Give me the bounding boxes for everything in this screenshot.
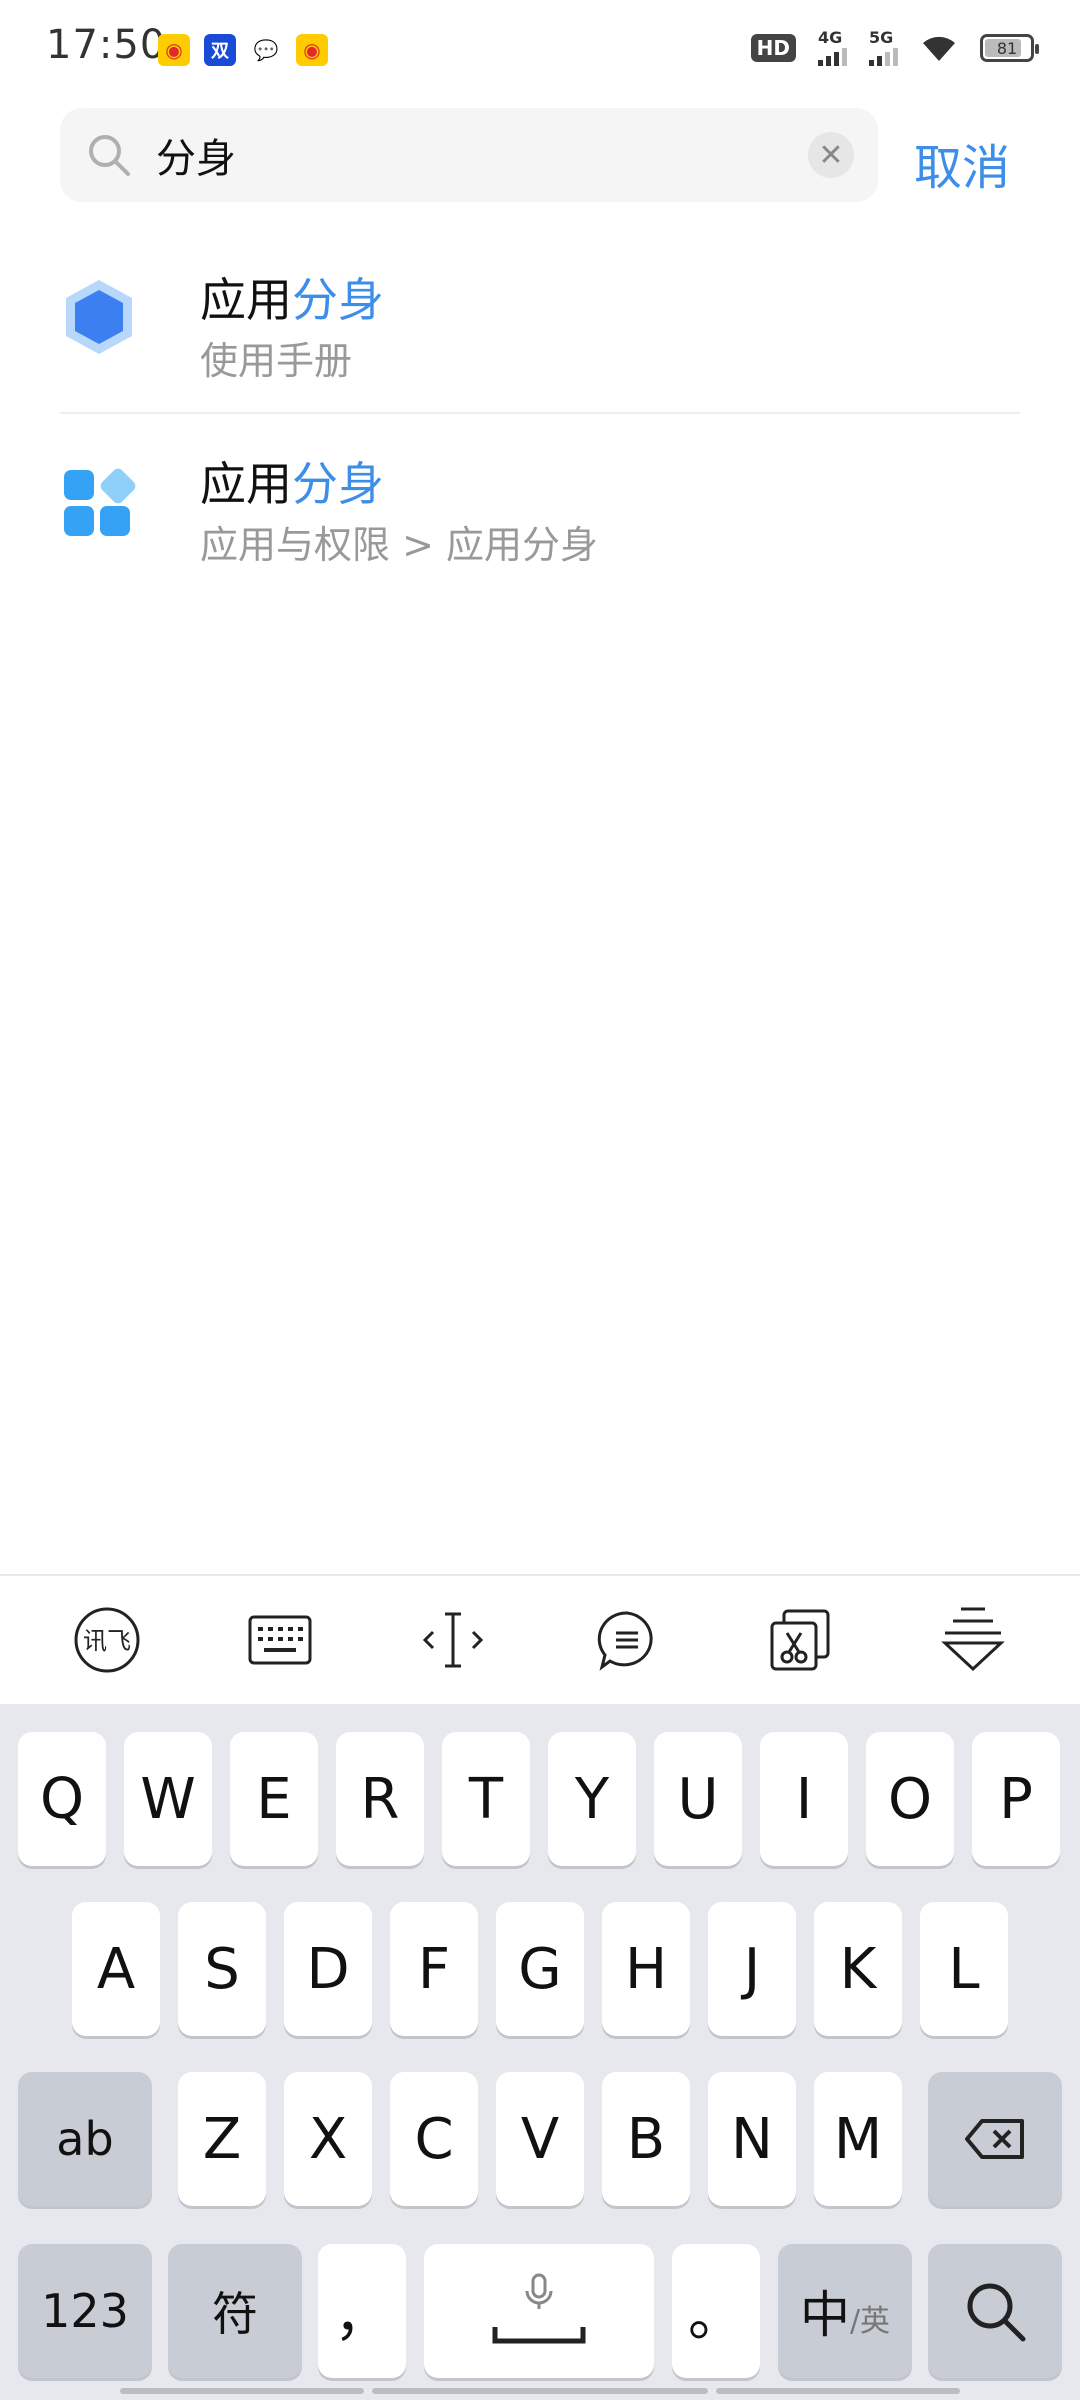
language-switch-key[interactable]: 中/英	[778, 2244, 912, 2378]
key-r[interactable]: R	[336, 1732, 424, 1866]
backspace-key[interactable]	[928, 2072, 1062, 2206]
key-k[interactable]: K	[814, 1902, 902, 2036]
clear-search-button[interactable]: ✕	[808, 132, 854, 178]
clipboard-icon	[770, 1609, 830, 1671]
key-e[interactable]: E	[230, 1732, 318, 1866]
gesture-bar	[372, 2388, 708, 2394]
search-input[interactable]	[156, 126, 756, 184]
key-s[interactable]: S	[178, 1902, 266, 2036]
ifly-logo-button[interactable]: 讯飞	[62, 1595, 152, 1685]
key-z[interactable]: Z	[178, 2072, 266, 2206]
shift-ab-key[interactable]: ab	[18, 2072, 152, 2206]
search-icon	[89, 135, 130, 176]
status-indicators: HD 4G 5G 81	[750, 30, 1039, 66]
gesture-bar	[716, 2388, 960, 2394]
ifly-logo-icon: 讯飞	[74, 1607, 140, 1673]
backspace-icon	[965, 2119, 1024, 2159]
bank-app-icon: 双	[204, 34, 236, 66]
quick-phrase-button[interactable]	[582, 1595, 672, 1685]
key-c[interactable]: C	[390, 2072, 478, 2206]
key-n[interactable]: N	[708, 2072, 796, 2206]
key-y[interactable]: Y	[548, 1732, 636, 1866]
key-o[interactable]: O	[866, 1732, 954, 1866]
key-a[interactable]: A	[72, 1902, 160, 2036]
result-subtitle: 应用与权限 > 应用分身	[200, 523, 598, 567]
key-x[interactable]: X	[284, 2072, 372, 2206]
key-i[interactable]: I	[760, 1732, 848, 1866]
gesture-bar	[120, 2388, 364, 2394]
result-title: 应用分身	[200, 457, 384, 511]
status-time: 17:50	[46, 22, 167, 68]
search-icon	[967, 2283, 1026, 2342]
cursor-move-button[interactable]	[408, 1595, 498, 1685]
wifi-icon	[923, 36, 955, 61]
hexagon-icon	[66, 280, 132, 354]
space-key[interactable]	[424, 2244, 654, 2378]
svg-text:讯飞: 讯飞	[83, 1627, 131, 1655]
keyboard-icon	[248, 1615, 312, 1665]
key-l[interactable]: L	[920, 1902, 1008, 2036]
key-u[interactable]: U	[654, 1732, 742, 1866]
result-item-app-clone-settings[interactable]: 应用分身 应用与权限 > 应用分身	[60, 414, 1020, 598]
search-box[interactable]: ✕	[60, 108, 878, 202]
wechat-icon: 💬	[250, 34, 282, 66]
key-h[interactable]: H	[602, 1902, 690, 2036]
key-f[interactable]: F	[390, 1902, 478, 2036]
numbers-key[interactable]: 123	[18, 2244, 152, 2378]
clipboard-button[interactable]	[755, 1595, 845, 1685]
period-key[interactable]: 。	[672, 2244, 760, 2378]
signal-4g-icon: 4G	[818, 30, 847, 66]
key-g[interactable]: G	[496, 1902, 584, 2036]
result-title: 应用分身	[200, 273, 384, 327]
key-j[interactable]: J	[708, 1902, 796, 2036]
keyboard: Q W E R T Y U I O P A S D F G H J K L ab…	[0, 1704, 1080, 2400]
key-b[interactable]: B	[602, 2072, 690, 2206]
search-results: 应用分身 使用手册 应用分身 应用与权限 > 应用分身	[60, 230, 1020, 598]
result-subtitle: 使用手册	[200, 339, 353, 383]
hd-voice-icon: HD	[750, 34, 796, 62]
key-t[interactable]: T	[442, 1732, 530, 1866]
key-v[interactable]: V	[496, 2072, 584, 2206]
cancel-button[interactable]: 取消	[914, 128, 1010, 198]
cursor-move-icon	[423, 1612, 484, 1668]
key-d[interactable]: D	[284, 1902, 372, 2036]
key-m[interactable]: M	[814, 2072, 902, 2206]
keyboard-switch-button[interactable]	[235, 1595, 325, 1685]
key-w[interactable]: W	[124, 1732, 212, 1866]
key-q[interactable]: Q	[18, 1732, 106, 1866]
battery-icon: 81	[980, 34, 1039, 62]
apps-grid-icon	[64, 468, 136, 536]
symbols-key[interactable]: 符	[168, 2244, 302, 2378]
search-key[interactable]	[928, 2244, 1062, 2378]
weibo-icon: ◉	[296, 34, 328, 66]
status-bar: 17:50 ◉ 双 💬 ◉ HD 4G 5G 81	[0, 0, 1080, 100]
result-item-app-clone-manual[interactable]: 应用分身 使用手册	[60, 230, 1020, 414]
keyboard-toolbar: 讯飞	[0, 1574, 1080, 1704]
comma-key[interactable]: ，	[318, 2244, 406, 2378]
space-mic-icon	[492, 2273, 586, 2344]
chat-bubble-icon	[597, 1611, 653, 1671]
notification-icons: ◉ 双 💬 ◉	[158, 34, 328, 66]
hide-keyboard-button[interactable]	[928, 1595, 1018, 1685]
hide-keyboard-icon	[941, 1607, 1006, 1672]
signal-5g-icon: 5G	[869, 30, 898, 66]
weibo-icon: ◉	[158, 34, 190, 66]
key-p[interactable]: P	[972, 1732, 1060, 1866]
